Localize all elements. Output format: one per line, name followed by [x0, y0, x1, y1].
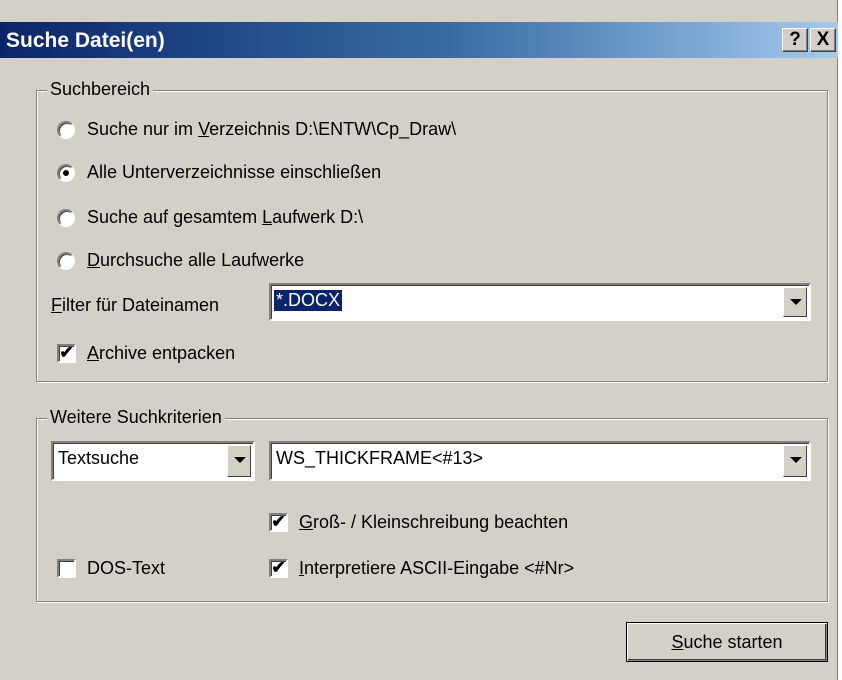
- criteria-legend: Weitere Suchkriterien: [47, 407, 225, 428]
- radio-all-drives-label[interactable]: Durchsuche alle Laufwerke: [87, 250, 304, 271]
- filter-combobox[interactable]: *.DOCX: [269, 283, 811, 321]
- filter-dropdown-arrow-icon[interactable]: [783, 287, 807, 317]
- archive-checkbox-label[interactable]: Archive entpacken: [87, 343, 235, 364]
- search-area-legend: Suchbereich: [47, 79, 154, 100]
- radio-current-directory[interactable]: [57, 121, 75, 139]
- archive-checkbox[interactable]: ✔: [57, 344, 76, 363]
- ascii-input-checkbox[interactable]: ✔: [269, 559, 288, 578]
- case-sensitive-checkbox[interactable]: ✔: [269, 513, 288, 532]
- ascii-input-label[interactable]: Interpretiere ASCII-Eingabe <#Nr>: [299, 558, 574, 579]
- case-sensitive-label[interactable]: Groß- / Kleinschreibung beachten: [299, 512, 568, 533]
- radio-include-subdirectories-label[interactable]: Alle Unterverzeichnisse einschließen: [87, 162, 381, 183]
- radio-current-directory-label[interactable]: Suche nur im Verzeichnis D:\ENTW\Cp_Draw…: [87, 119, 456, 140]
- start-search-button[interactable]: Suche starten: [626, 622, 828, 662]
- search-text-value[interactable]: WS_THICKFRAME<#13>: [276, 448, 483, 469]
- close-button[interactable]: X: [810, 28, 836, 52]
- radio-include-subdirectories[interactable]: [57, 164, 75, 182]
- filter-value[interactable]: *.DOCX: [274, 290, 343, 311]
- search-type-combobox[interactable]: Textsuche: [51, 441, 255, 481]
- title-bar[interactable]: Suche Datei(en) ? X: [0, 22, 838, 58]
- dos-text-label[interactable]: DOS-Text: [87, 558, 165, 579]
- search-text-combobox[interactable]: WS_THICKFRAME<#13>: [269, 441, 811, 481]
- search-type-dropdown-arrow-icon[interactable]: [227, 445, 251, 477]
- radio-whole-drive-label[interactable]: Suche auf gesamtem Laufwerk D:\: [87, 207, 363, 228]
- dos-text-checkbox[interactable]: [57, 559, 76, 578]
- filter-label: Filter für Dateinamen: [51, 295, 220, 315]
- search-text-dropdown-arrow-icon[interactable]: [783, 445, 807, 477]
- radio-whole-drive[interactable]: [57, 209, 75, 227]
- dialog-title: Suche Datei(en): [6, 29, 165, 52]
- criteria-group: Weitere Suchkriterien Textsuche WS_THICK…: [36, 407, 828, 602]
- search-area-group: Suchbereich Suche nur im Verzeichnis D:\…: [36, 79, 828, 382]
- help-button[interactable]: ?: [782, 28, 808, 52]
- search-type-value: Textsuche: [58, 448, 140, 468]
- radio-all-drives[interactable]: [57, 252, 75, 270]
- search-dialog: Suche Datei(en) ? X Suchbereich Suche nu…: [0, 0, 838, 680]
